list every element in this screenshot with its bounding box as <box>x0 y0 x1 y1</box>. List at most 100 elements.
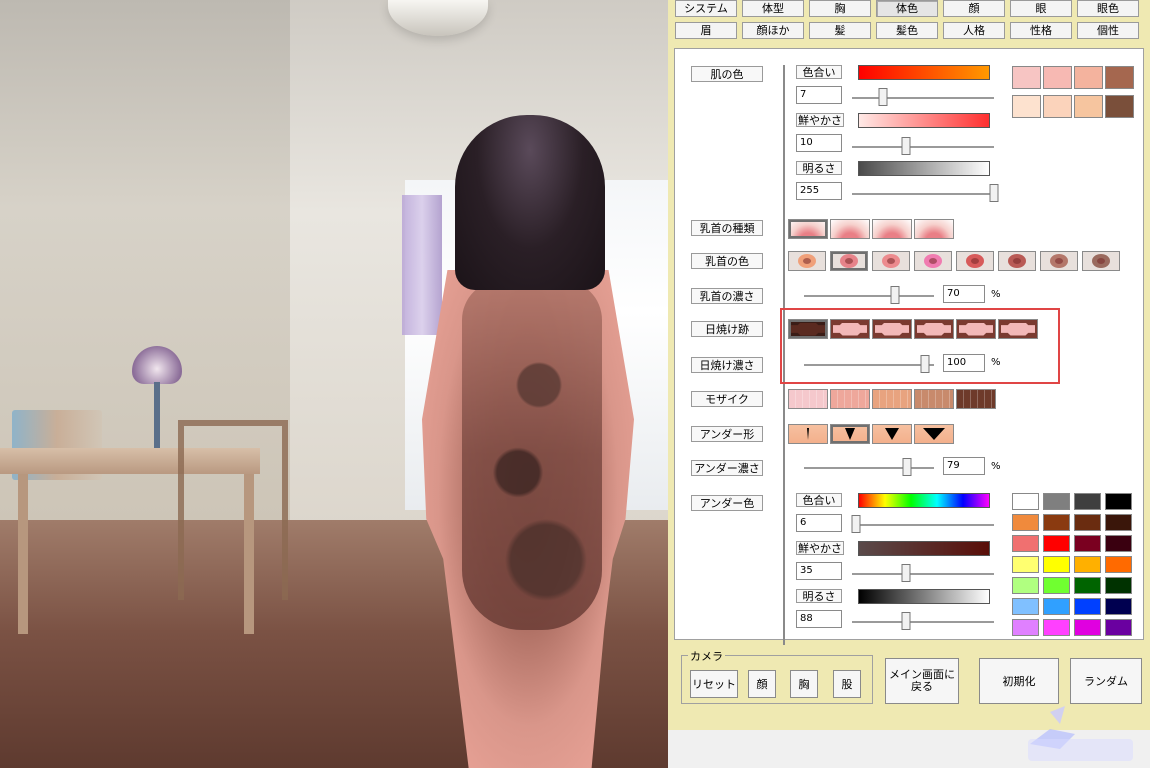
tab-1-2[interactable]: 胸 <box>809 0 871 17</box>
under-hue-slider-track[interactable] <box>852 524 994 527</box>
under-hue-slider-thumb[interactable] <box>851 515 861 533</box>
under-brightness-value[interactable]: 88 <box>796 610 842 628</box>
nipple-color-option[interactable] <box>830 251 868 271</box>
under-density-slider-track[interactable] <box>804 467 934 470</box>
tab-2-5[interactable]: 性格 <box>1010 22 1072 39</box>
under-color-swatch[interactable] <box>1105 493 1132 510</box>
under-hue-value[interactable]: 6 <box>796 514 842 532</box>
under-saturation-slider-track[interactable] <box>852 573 994 576</box>
nipple-color-option[interactable] <box>872 251 910 271</box>
tab-2-3[interactable]: 髪色 <box>876 22 938 39</box>
under-color-swatch[interactable] <box>1043 535 1070 552</box>
random-button[interactable]: ランダム <box>1070 658 1142 704</box>
character-viewport[interactable] <box>0 0 668 768</box>
under-color-swatch[interactable] <box>1105 619 1132 636</box>
tab-2-6[interactable]: 個性 <box>1077 22 1139 39</box>
tan-mark-option[interactable] <box>956 319 996 339</box>
under-color-swatch[interactable] <box>1043 598 1070 615</box>
nipple-type-option[interactable] <box>830 219 870 239</box>
main-screen-button[interactable]: メイン画面に 戻る <box>885 658 959 704</box>
skin-hue-slider-thumb[interactable] <box>878 88 888 106</box>
mosaic-option[interactable] <box>872 389 912 409</box>
under-color-swatch[interactable] <box>1043 619 1070 636</box>
tab-2-0[interactable]: 眉 <box>675 22 737 39</box>
camera-reset-button[interactable]: リセット <box>690 670 738 698</box>
tab-1-1[interactable]: 体型 <box>742 0 804 17</box>
skin-swatch[interactable] <box>1012 95 1041 118</box>
nipple-density-slider-track[interactable] <box>804 295 934 298</box>
mosaic-option[interactable] <box>788 389 828 409</box>
under-color-swatch[interactable] <box>1012 514 1039 531</box>
under-color-swatch[interactable] <box>1043 556 1070 573</box>
under-color-swatch[interactable] <box>1074 514 1101 531</box>
camera-chest-button[interactable]: 胸 <box>790 670 818 698</box>
nipple-color-option[interactable] <box>914 251 952 271</box>
under-brightness-slider-track[interactable] <box>852 621 994 624</box>
under-color-swatch[interactable] <box>1074 556 1101 573</box>
under-color-swatch[interactable] <box>1012 619 1039 636</box>
under-shape-option[interactable] <box>914 424 954 444</box>
skin-hue-slider-track[interactable] <box>852 97 994 100</box>
mosaic-option[interactable] <box>830 389 870 409</box>
skin-saturation-slider-track[interactable] <box>852 146 994 149</box>
nipple-color-option[interactable] <box>788 251 826 271</box>
nipple-color-option[interactable] <box>956 251 994 271</box>
under-density-value[interactable]: 79 <box>943 457 985 475</box>
skin-swatch[interactable] <box>1074 95 1103 118</box>
under-shape-option[interactable] <box>872 424 912 444</box>
camera-face-button[interactable]: 顔 <box>748 670 776 698</box>
under-color-swatch[interactable] <box>1074 577 1101 594</box>
tab-2-2[interactable]: 髪 <box>809 22 871 39</box>
under-density-slider-thumb[interactable] <box>902 458 912 476</box>
tab-1-6[interactable]: 眼色 <box>1077 0 1139 17</box>
under-color-swatch[interactable] <box>1105 577 1132 594</box>
skin-swatch[interactable] <box>1105 95 1134 118</box>
skin-brightness-value[interactable]: 255 <box>796 182 842 200</box>
nipple-type-option[interactable] <box>788 219 828 239</box>
skin-brightness-slider-thumb[interactable] <box>989 184 999 202</box>
mosaic-option[interactable] <box>914 389 954 409</box>
tan-mark-option[interactable] <box>914 319 954 339</box>
under-color-swatch[interactable] <box>1012 535 1039 552</box>
tan-mark-option[interactable] <box>830 319 870 339</box>
under-saturation-slider-thumb[interactable] <box>901 564 911 582</box>
tan-mark-option[interactable] <box>998 319 1038 339</box>
under-color-swatch[interactable] <box>1105 514 1132 531</box>
tab-2-1[interactable]: 顔ほか <box>742 22 804 39</box>
under-color-swatch[interactable] <box>1105 535 1132 552</box>
skin-swatch[interactable] <box>1105 66 1134 89</box>
under-brightness-slider-thumb[interactable] <box>901 612 911 630</box>
tab-2-4[interactable]: 人格 <box>943 22 1005 39</box>
skin-swatch[interactable] <box>1012 66 1041 89</box>
under-saturation-value[interactable]: 35 <box>796 562 842 580</box>
under-color-swatch[interactable] <box>1105 598 1132 615</box>
under-color-swatch[interactable] <box>1105 556 1132 573</box>
skin-brightness-slider-track[interactable] <box>852 193 994 196</box>
nipple-color-option[interactable] <box>1040 251 1078 271</box>
skin-saturation-value[interactable]: 10 <box>796 134 842 152</box>
under-color-swatch[interactable] <box>1074 535 1101 552</box>
under-shape-option[interactable] <box>788 424 828 444</box>
under-color-swatch[interactable] <box>1043 577 1070 594</box>
tab-1-5[interactable]: 眼 <box>1010 0 1072 17</box>
tan-density-slider-track[interactable] <box>804 364 934 367</box>
mosaic-option[interactable] <box>956 389 996 409</box>
nipple-type-option[interactable] <box>914 219 954 239</box>
tan-mark-option[interactable] <box>872 319 912 339</box>
under-color-swatch[interactable] <box>1012 493 1039 510</box>
under-shape-option[interactable] <box>830 424 870 444</box>
tan-mark-option[interactable] <box>788 319 828 339</box>
camera-crotch-button[interactable]: 股 <box>833 670 861 698</box>
tab-1-4[interactable]: 顔 <box>943 0 1005 17</box>
under-color-swatch[interactable] <box>1043 493 1070 510</box>
under-color-swatch[interactable] <box>1043 514 1070 531</box>
under-color-swatch[interactable] <box>1074 598 1101 615</box>
under-color-swatch[interactable] <box>1074 493 1101 510</box>
tan-density-slider-thumb[interactable] <box>920 355 930 373</box>
nipple-type-option[interactable] <box>872 219 912 239</box>
under-color-swatch[interactable] <box>1012 577 1039 594</box>
skin-swatch[interactable] <box>1043 66 1072 89</box>
nipple-color-option[interactable] <box>998 251 1036 271</box>
skin-saturation-slider-thumb[interactable] <box>901 137 911 155</box>
skin-swatch[interactable] <box>1074 66 1103 89</box>
